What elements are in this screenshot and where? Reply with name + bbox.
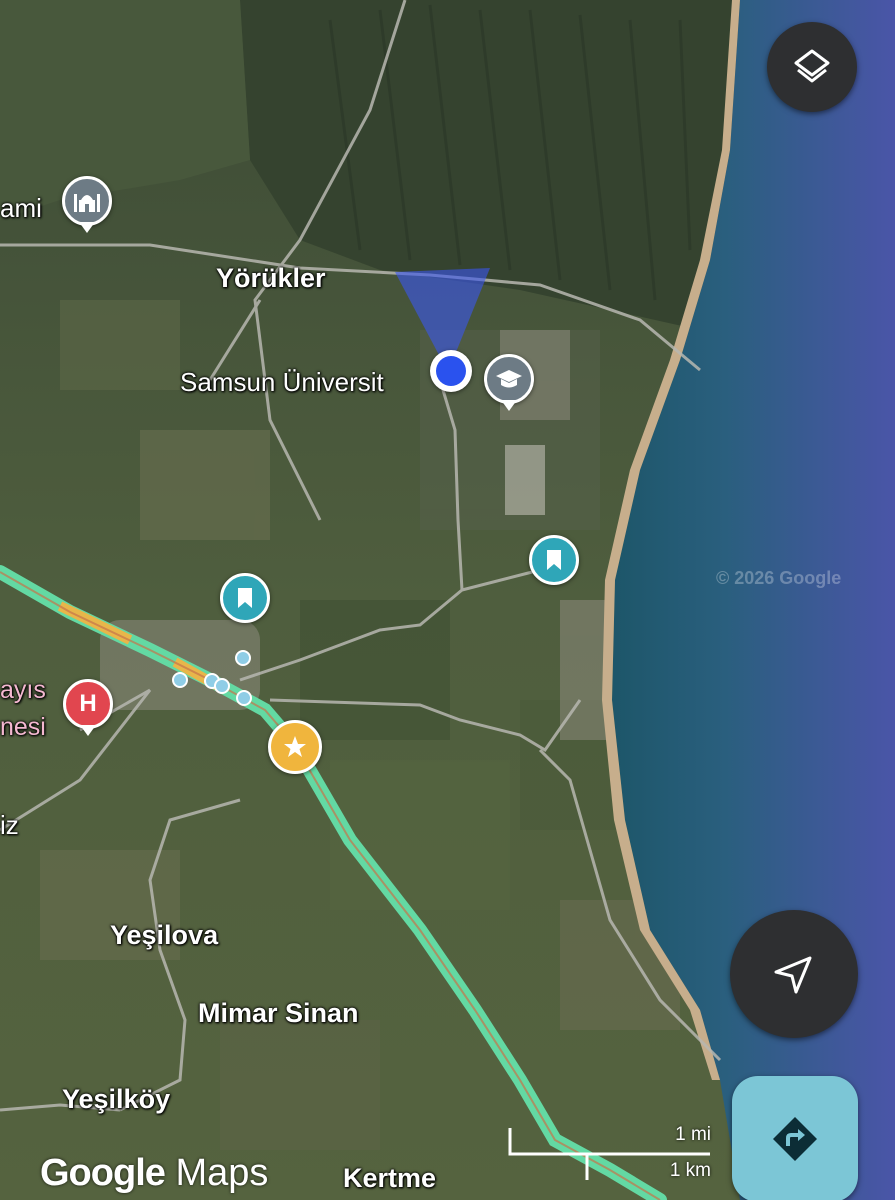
bookmark-icon: [238, 588, 252, 608]
scale-metric: 1 km: [669, 1160, 711, 1181]
label-edge-fragment[interactable]: iz: [0, 810, 19, 841]
logo-word-google: Google: [40, 1152, 166, 1194]
label-kertme[interactable]: Kertme: [343, 1163, 436, 1194]
mosque-pin[interactable]: [62, 176, 112, 226]
label-hospital-line1[interactable]: ayıs: [0, 676, 46, 705]
directions-button[interactable]: [732, 1076, 858, 1200]
starred-place-pin[interactable]: [268, 720, 322, 774]
directions-turn-icon: [773, 1117, 817, 1161]
map-canvas[interactable]: © 2026 Google ami Yörükler Samsun Üniver…: [0, 0, 895, 1200]
bookmark-icon: [547, 550, 561, 570]
label-cami[interactable]: ami: [0, 193, 42, 224]
mosque-icon: [74, 194, 100, 212]
saved-place-pin-1[interactable]: [220, 573, 270, 623]
location-inner-dot: [436, 356, 466, 386]
label-hospital-line2[interactable]: nesi: [0, 713, 46, 742]
layers-button[interactable]: [767, 22, 857, 112]
google-maps-logo: Google Maps: [40, 1152, 268, 1195]
current-location-dot[interactable]: [430, 350, 472, 392]
star-icon: [284, 736, 306, 757]
graduation-cap-icon: [496, 370, 522, 388]
scale-bar: 1 mi 1 km: [505, 1124, 725, 1184]
map-copyright: © 2026 Google: [716, 568, 842, 588]
hospital-pin[interactable]: H: [63, 679, 113, 729]
logo-word-maps: Maps: [175, 1152, 269, 1194]
hospital-icon: H: [79, 690, 97, 717]
navigation-arrow-icon: [774, 956, 812, 994]
scale-imperial: 1 mi: [675, 1124, 711, 1145]
layers-icon: [794, 49, 830, 83]
label-yesilkoy[interactable]: Yeşilköy: [62, 1084, 170, 1115]
label-yesilova[interactable]: Yeşilova: [110, 920, 218, 951]
label-samsun-university[interactable]: Samsun Üniversit: [180, 367, 384, 398]
label-mimar-sinan[interactable]: Mimar Sinan: [198, 998, 359, 1029]
saved-place-pin-2[interactable]: [529, 535, 579, 585]
my-location-button[interactable]: [730, 910, 858, 1038]
label-yorukler[interactable]: Yörükler: [216, 263, 326, 294]
university-pin[interactable]: [484, 354, 534, 404]
